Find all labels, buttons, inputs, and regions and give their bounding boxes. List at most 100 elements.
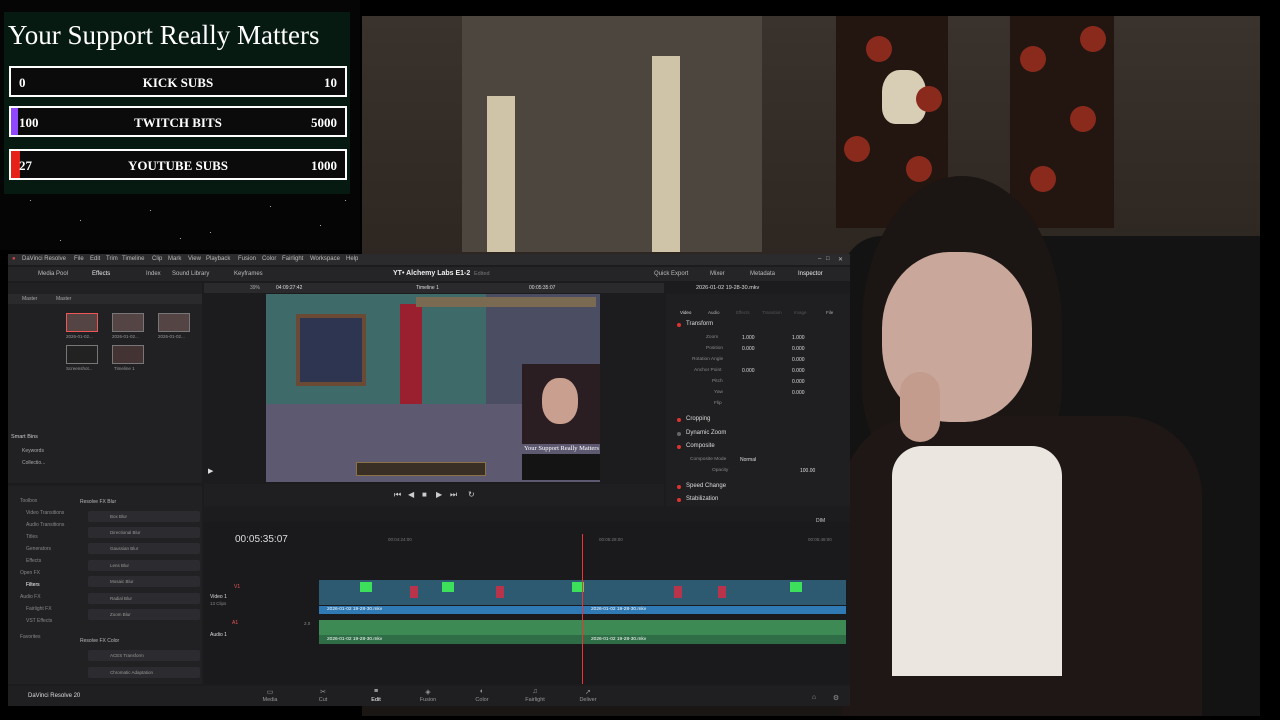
timeline-selector[interactable]: Timeline 1: [416, 285, 439, 291]
sound-library-button[interactable]: Sound Library: [172, 271, 209, 277]
anchor-y-field[interactable]: 0.000: [792, 368, 805, 374]
menu-item[interactable]: Edit: [90, 256, 100, 262]
menu-item[interactable]: Help: [346, 256, 358, 262]
menu-item[interactable]: Playback: [206, 256, 230, 262]
menu-item[interactable]: Fusion: [238, 256, 256, 262]
inspector-tab-effects[interactable]: Effects: [736, 310, 750, 315]
fx-item[interactable]: Box Blur: [88, 511, 200, 522]
media-clip-thumb[interactable]: [158, 313, 190, 332]
rotation-field[interactable]: 0.000: [792, 357, 805, 363]
tree-item[interactable]: VST Effects: [26, 618, 52, 624]
page-tab-media[interactable]: Media: [250, 697, 290, 703]
inspector-button[interactable]: Inspector: [798, 271, 823, 277]
track-id-video[interactable]: V1: [234, 584, 240, 590]
media-clip-thumb[interactable]: [112, 313, 144, 332]
tree-item[interactable]: Effects: [26, 558, 41, 564]
pitch-field[interactable]: 0.000: [792, 379, 805, 385]
menu-item[interactable]: Fairlight: [282, 256, 303, 262]
section-stabilization[interactable]: Stabilization: [686, 496, 718, 502]
page-tab-fairlight[interactable]: Fairlight: [515, 697, 555, 703]
fx-item[interactable]: Chromatic Adaptation: [88, 667, 200, 678]
menu-item[interactable]: DaVinci Resolve: [22, 256, 66, 262]
inspector-tab-video[interactable]: Video: [680, 310, 691, 315]
media-clip-thumb[interactable]: [112, 345, 144, 364]
position-x-field[interactable]: 0.000: [742, 346, 755, 352]
cut-page-icon[interactable]: ✂: [303, 688, 343, 696]
edit-page-icon[interactable]: ≡: [356, 688, 396, 695]
opacity-field[interactable]: 100.00: [800, 468, 815, 474]
inspector-tab-file[interactable]: File: [826, 310, 833, 315]
section-enabled-icon[interactable]: [677, 323, 681, 327]
section-cropping[interactable]: Cropping: [686, 416, 710, 422]
inspector-tab-audio[interactable]: Audio: [708, 310, 720, 315]
anchor-x-field[interactable]: 0.000: [742, 368, 755, 374]
index-button[interactable]: Index: [146, 271, 161, 277]
tree-item[interactable]: Open FX: [20, 570, 40, 576]
menu-item[interactable]: Mark: [168, 256, 181, 262]
tree-item[interactable]: Fairlight FX: [26, 606, 52, 612]
menu-item[interactable]: View: [188, 256, 201, 262]
menu-item[interactable]: Workspace: [310, 256, 340, 262]
fx-item[interactable]: ACES Transform: [88, 650, 200, 661]
fx-item[interactable]: Radial Blur: [88, 593, 200, 604]
tree-item[interactable]: Titles: [26, 534, 38, 540]
viewer-frame[interactable]: Your Support Really Matters: [266, 294, 600, 482]
page-tab-color[interactable]: Color: [462, 697, 502, 703]
playhead[interactable]: [582, 534, 583, 684]
page-tab-deliver[interactable]: Deliver: [568, 697, 608, 703]
section-enabled-icon[interactable]: [677, 432, 681, 436]
menu-item[interactable]: Color: [262, 256, 276, 262]
section-enabled-icon[interactable]: [677, 418, 681, 422]
menu-item[interactable]: Clip: [152, 256, 162, 262]
section-transform[interactable]: Transform: [686, 321, 713, 327]
section-composite[interactable]: Composite: [686, 443, 715, 449]
color-page-icon[interactable]: ◐: [462, 688, 502, 695]
skip-end-icon[interactable]: ⏭: [450, 490, 457, 500]
menu-item[interactable]: Trim: [106, 256, 118, 262]
composite-mode-select[interactable]: Normal: [740, 457, 756, 463]
fairlight-page-icon[interactable]: ♫: [515, 688, 555, 695]
section-dynamic-zoom[interactable]: Dynamic Zoom: [686, 430, 726, 436]
media-pool-button[interactable]: Media Pool: [38, 271, 68, 277]
yaw-field[interactable]: 0.000: [792, 390, 805, 396]
media-clip-thumb[interactable]: [66, 345, 98, 364]
smart-bin-item[interactable]: Keywords: [22, 448, 44, 454]
keyframes-button[interactable]: Keyframes: [234, 271, 263, 277]
section-enabled-icon[interactable]: [677, 485, 681, 489]
settings-gear-icon[interactable]: ⚙: [816, 694, 850, 702]
play-icon[interactable]: ▶: [436, 490, 442, 499]
mixer-button[interactable]: Mixer: [710, 271, 725, 277]
inspector-tab-transition[interactable]: Transition: [762, 310, 782, 315]
page-tab-cut[interactable]: Cut: [303, 697, 343, 703]
reverse-icon[interactable]: ◀: [408, 490, 414, 499]
position-y-field[interactable]: 0.000: [792, 346, 805, 352]
play-marker-icon[interactable]: ▶: [208, 467, 213, 475]
section-enabled-icon[interactable]: [677, 498, 681, 502]
section-enabled-icon[interactable]: [677, 445, 681, 449]
tree-item[interactable]: Video Transitions: [26, 510, 64, 516]
track-id-audio[interactable]: A1: [232, 620, 238, 626]
tree-item[interactable]: Toolbox: [20, 498, 37, 504]
zoom-x-field[interactable]: 1.000: [742, 335, 755, 341]
fx-item[interactable]: Gaussian Blur: [88, 543, 200, 554]
page-tab-edit[interactable]: Edit: [356, 697, 396, 703]
section-speed-change[interactable]: Speed Change: [686, 483, 726, 489]
tree-item[interactable]: Audio Transitions: [26, 522, 64, 528]
effects-button[interactable]: Effects: [92, 271, 110, 277]
bin-tab[interactable]: Master: [22, 296, 37, 302]
smart-bin-item[interactable]: Collectio...: [22, 460, 45, 466]
fx-item[interactable]: Directional Blur: [88, 527, 200, 538]
media-page-icon[interactable]: ▭: [250, 688, 290, 696]
media-clip-thumb[interactable]: [66, 313, 98, 332]
zoom-y-field[interactable]: 1.000: [792, 335, 805, 341]
quick-export-button[interactable]: Quick Export: [654, 271, 688, 277]
stop-icon[interactable]: ■: [422, 490, 427, 499]
tree-item[interactable]: Favorites: [20, 634, 41, 640]
fx-item[interactable]: Zoom Blur: [88, 609, 200, 620]
maximize-icon[interactable]: □: [826, 256, 830, 262]
page-tab-fusion[interactable]: Fusion: [408, 697, 448, 703]
dim-button[interactable]: DIM: [816, 518, 825, 524]
fx-item[interactable]: Mosaic Blur: [88, 576, 200, 587]
skip-start-icon[interactable]: ⏮: [394, 490, 401, 500]
close-icon[interactable]: ✕: [838, 256, 843, 263]
